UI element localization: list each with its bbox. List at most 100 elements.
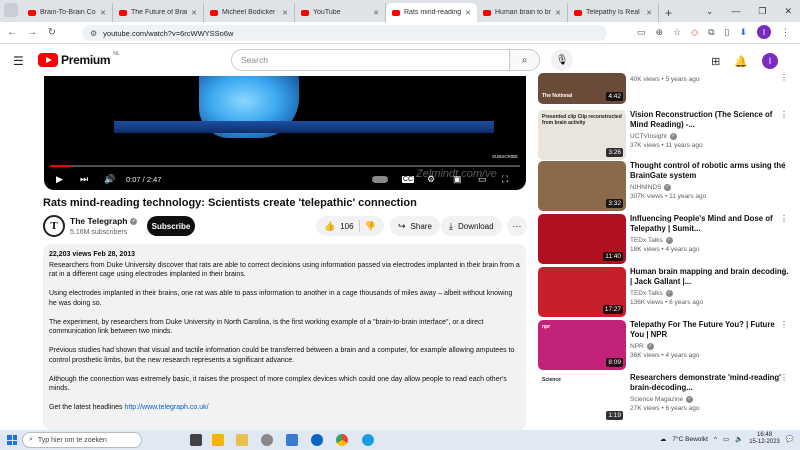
hamburger-menu-icon[interactable]: ☰ <box>13 54 24 68</box>
chrome-icon[interactable] <box>336 434 348 446</box>
channel-name-text[interactable]: TEDx Talks <box>630 290 663 297</box>
video-title[interactable]: Researchers demonstrate 'mind-reading' b… <box>630 373 790 393</box>
recommended-video[interactable]: Presented clip Clip reconstructed from b… <box>538 110 788 160</box>
extensions-puzzle-icon[interactable]: ⧉ <box>708 27 714 38</box>
subscribe-overlay[interactable]: SUBSCRIBE <box>492 154 518 159</box>
file-explorer-icon[interactable] <box>212 434 224 446</box>
more-options-icon[interactable]: ⋮ <box>780 267 788 276</box>
channel-name[interactable]: TEDx Talks ✓ <box>630 236 790 244</box>
subscribe-button[interactable]: Subscribe <box>147 216 195 236</box>
volume-icon[interactable]: 🔊 <box>104 174 115 185</box>
description-box[interactable]: 22,203 views Feb 28, 2013 Researchers fr… <box>43 244 526 430</box>
video-player[interactable]: SUBSCRIBE Zelmindt.com/ve ▶ ⏭ 🔊 0:07 / 2… <box>44 76 526 190</box>
next-icon[interactable]: ⏭ <box>80 174 88 185</box>
photos-icon[interactable] <box>286 434 298 446</box>
video-title[interactable]: Vision Reconstruction (The Science of Mi… <box>630 110 790 130</box>
settings-icon[interactable] <box>261 434 273 446</box>
channel-name-text[interactable]: NPR <box>630 343 644 350</box>
progress-bar[interactable] <box>50 165 520 167</box>
tab-close-icon[interactable]: ✕ <box>465 9 471 17</box>
play-icon[interactable]: ▶ <box>56 174 63 185</box>
like-count[interactable]: 106 <box>340 222 353 231</box>
forward-icon[interactable]: → <box>24 27 40 38</box>
youtube-logo[interactable]: Premium NL <box>38 51 120 67</box>
captions-icon[interactable]: CC <box>402 175 415 183</box>
tab-close-icon[interactable]: ✕ <box>555 9 561 17</box>
browser-tab[interactable]: The Future of Brain-T ✕ <box>113 3 204 22</box>
video-title[interactable]: Thought control of robotic arms using th… <box>630 161 790 181</box>
video-thumbnail[interactable]: 17:27 <box>538 267 626 317</box>
more-options-icon[interactable]: ⋮ <box>780 73 788 82</box>
channel-name[interactable]: UCTVInsight ✓ <box>630 132 790 140</box>
thumbs-up-icon[interactable]: 👍 <box>324 221 335 232</box>
edge-icon[interactable] <box>362 434 374 446</box>
clock[interactable]: 16:48 15-12-2023 <box>749 432 780 446</box>
speaker-icon[interactable]: 🔈 <box>735 435 743 443</box>
more-actions-button[interactable]: ··· <box>507 216 527 236</box>
video-thumbnail[interactable]: npr 8:09 <box>538 320 626 370</box>
autoplay-toggle[interactable] <box>372 175 388 183</box>
download-button[interactable]: ⤓ Download <box>441 216 502 236</box>
search-button[interactable]: ⌕ <box>510 49 540 71</box>
thumbs-down-icon[interactable]: 👎 <box>365 221 376 232</box>
video-thumbnail[interactable]: Presented clip Clip reconstructed from b… <box>538 110 626 160</box>
more-options-icon[interactable]: ⋮ <box>780 320 788 329</box>
voice-search-button[interactable]: 🎙 <box>551 49 573 71</box>
tab-close-icon[interactable]: ✕ <box>646 9 652 17</box>
channel-name[interactable]: The Telegraph <box>70 216 127 226</box>
browser-tab[interactable]: Rats mind-reading te✕ <box>386 3 477 22</box>
notifications-bell-icon[interactable]: 🔔 <box>734 55 748 68</box>
chevron-down-icon[interactable]: ⌄ <box>706 6 714 17</box>
channel-name[interactable]: NIHNINDS ✓ <box>630 183 790 191</box>
close-icon[interactable]: ✕ <box>784 6 792 17</box>
channel-name-text[interactable]: Science Magazine <box>630 396 683 403</box>
weather-text[interactable]: 7°C Bewolkt <box>672 436 707 443</box>
windows-start-icon[interactable] <box>7 435 17 445</box>
zoom-icon[interactable]: ⊕ <box>656 27 664 38</box>
channel-name-text[interactable]: UCTVInsight <box>630 133 667 140</box>
recommended-video[interactable]: 17:27 Human brain mapping and brain decod… <box>538 267 790 317</box>
back-icon[interactable]: ← <box>4 27 20 38</box>
channel-avatar[interactable]: T <box>43 215 65 237</box>
download-icon[interactable]: ⬇ <box>739 27 747 38</box>
video-title[interactable]: Human brain mapping and brain decoding. … <box>630 267 790 287</box>
browser-tab[interactable]: Human brain to brai ✕ <box>477 3 568 22</box>
tab-close-icon[interactable]: ✕ <box>191 9 197 17</box>
recommended-video[interactable]: npr 8:09 Telepathy For The Future You? | F… <box>538 320 788 370</box>
video-title[interactable]: Influencing People's Mind and Dose of Te… <box>630 214 790 234</box>
more-options-icon[interactable]: ⋮ <box>780 214 788 223</box>
search-input[interactable]: Search <box>231 49 510 71</box>
fullscreen-icon[interactable]: ⛶ <box>502 174 508 185</box>
more-options-icon[interactable]: ⋮ <box>780 373 788 382</box>
miniplayer-icon[interactable]: ▣ <box>453 174 462 185</box>
sidebar-icon[interactable]: ▯ <box>725 27 730 38</box>
channel-name-text[interactable]: NIHNINDS <box>630 184 661 191</box>
tab-actions-icon[interactable] <box>4 3 18 17</box>
notifications-icon[interactable]: 💬 <box>786 435 794 443</box>
weather-icon[interactable]: ☁ <box>660 435 667 443</box>
recommended-video[interactable]: 11:40 Influencing People's Mind and Dose … <box>538 214 788 264</box>
video-thumbnail[interactable]: Science 1:19 <box>538 373 626 423</box>
site-info-icon[interactable]: ⚙ <box>90 29 97 38</box>
recommended-video[interactable]: The Notional 4:42 40K views • 5 years ago ⋮ <box>538 73 788 104</box>
task-view-icon[interactable] <box>190 434 202 446</box>
video-thumbnail[interactable]: 11:40 <box>538 214 626 264</box>
video-thumbnail[interactable]: 3:32 <box>538 161 626 211</box>
tab-close-icon[interactable]: ✕ <box>282 9 288 17</box>
recommended-video[interactable]: Science 1:19 Researchers demonstrate 'mind… <box>538 373 788 423</box>
network-icon[interactable]: ▭ <box>723 435 729 443</box>
new-tab-button[interactable]: + <box>659 3 678 22</box>
install-app-icon[interactable]: ▭ <box>637 27 646 38</box>
channel-name[interactable]: Science Magazine ✓ <box>630 395 790 403</box>
browser-tab[interactable]: Brain-To-Brain Comm ✕ <box>22 3 113 22</box>
more-options-icon[interactable]: ⋮ <box>780 110 788 119</box>
maximize-icon[interactable]: ❐ <box>758 6 766 17</box>
account-avatar[interactable]: I <box>762 53 778 69</box>
minimize-icon[interactable]: — <box>731 6 740 16</box>
app-icon[interactable] <box>311 434 323 446</box>
browser-menu-icon[interactable]: ⋮ <box>781 27 790 38</box>
recommended-video[interactable]: 3:32 Thought control of robotic arms usin… <box>538 161 788 211</box>
browser-tab[interactable]: Micheel Bodicker - Y ✕ <box>204 3 295 22</box>
video-thumbnail[interactable]: The Notional 4:42 <box>538 73 626 104</box>
channel-name[interactable]: NPR ✓ <box>630 342 790 350</box>
